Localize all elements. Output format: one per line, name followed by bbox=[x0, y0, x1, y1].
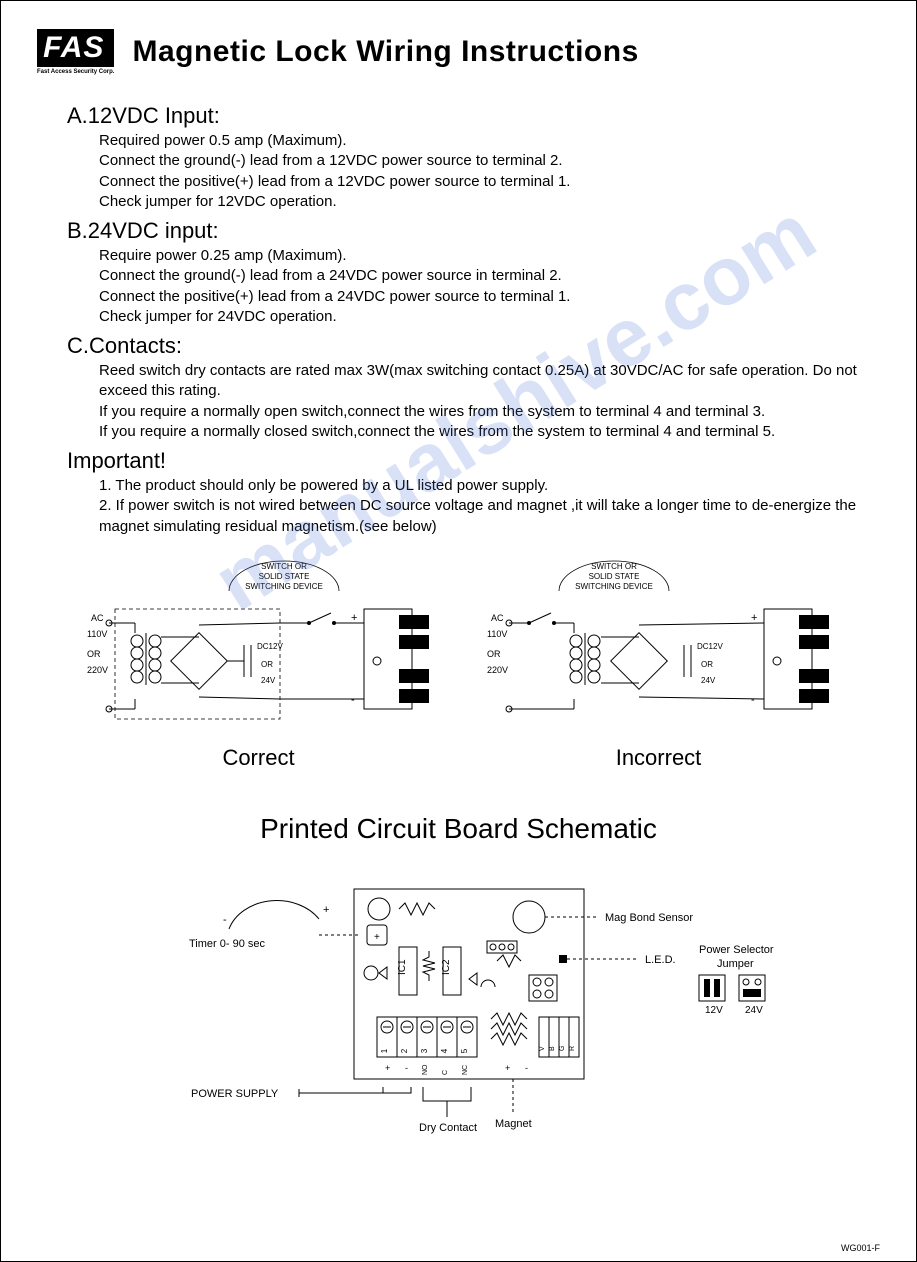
section-b-line: Connect the ground(-) lead from a 24VDC … bbox=[99, 266, 880, 286]
mag-bond-label: Mag Bond Sensor bbox=[605, 912, 693, 924]
term-no: NO bbox=[422, 1064, 429, 1075]
magnet-icon bbox=[764, 609, 829, 709]
switch-label: SWITCHING DEVICE bbox=[245, 582, 323, 591]
section-b-line: Require power 0.25 amp (Maximum). bbox=[99, 246, 880, 266]
ac-label: AC bbox=[91, 613, 104, 623]
section-c-line: Reed switch dry contacts are rated max 3… bbox=[99, 361, 880, 402]
switch-label: SWITCH OR bbox=[261, 562, 307, 571]
section-c-line: If you require a normally closed switch,… bbox=[99, 422, 880, 442]
dc12-label: DC12V bbox=[697, 642, 723, 651]
term-3: 3 bbox=[420, 1048, 429, 1053]
section-a-line: Connect the ground(-) lead from a 12VDC … bbox=[99, 151, 880, 171]
coil-plus: + bbox=[505, 1063, 510, 1073]
power-selector-label: Power Selector bbox=[699, 944, 774, 956]
section-b-line: Connect the positive(+) lead from a 24VD… bbox=[99, 287, 880, 307]
ic1-label: IC1 bbox=[397, 959, 408, 975]
led-label: L.E.D. bbox=[645, 954, 676, 966]
ac-label: AC bbox=[491, 613, 504, 623]
wiring-incorrect-svg: SWITCH OR SOLID STATE SWITCHING DEVICE A… bbox=[479, 549, 839, 739]
correct-label: Correct bbox=[79, 745, 439, 771]
jumper-12v-label: 12V bbox=[705, 1005, 723, 1016]
pin-g: G bbox=[559, 1045, 566, 1050]
section-a-line: Check jumper for 12VDC operation. bbox=[99, 192, 880, 212]
or-label: OR bbox=[487, 649, 501, 659]
v220-label: 220V bbox=[487, 665, 508, 675]
section-b-heading: B.24VDC input: bbox=[67, 218, 880, 244]
pin-v: V bbox=[539, 1046, 546, 1051]
terminal-strip: 1 2 3 4 5 bbox=[377, 1017, 477, 1057]
section-b-body: Require power 0.25 amp (Maximum). Connec… bbox=[99, 246, 880, 327]
important-line: 2. If power switch is not wired between … bbox=[99, 496, 880, 537]
section-a-line: Connect the positive(+) lead from a 12VD… bbox=[99, 172, 880, 192]
dry-contact-label: Dry Contact bbox=[419, 1122, 477, 1134]
logo: FAS Fast Access Security Corp. bbox=[37, 29, 114, 75]
section-c-body: Reed switch dry contacts are rated max 3… bbox=[99, 361, 880, 442]
dc24-label: 24V bbox=[261, 676, 276, 685]
term-1: 1 bbox=[380, 1048, 389, 1053]
term-plus: + bbox=[385, 1063, 390, 1073]
page-header: FAS Fast Access Security Corp. Magnetic … bbox=[37, 29, 880, 75]
dc24-label: 24V bbox=[701, 676, 716, 685]
plus-icon: + bbox=[374, 932, 380, 943]
magnet-label: Magnet bbox=[495, 1118, 532, 1130]
or-label: OR bbox=[87, 649, 101, 659]
section-a-body: Required power 0.5 amp (Maximum). Connec… bbox=[99, 131, 880, 212]
logo-text: FAS bbox=[37, 29, 114, 67]
wiring-diagrams: SWITCH OR SOLID STATE SWITCHING DEVICE A… bbox=[37, 549, 880, 771]
plus-label: + bbox=[351, 612, 357, 624]
wiring-correct-svg: SWITCH OR SOLID STATE SWITCHING DEVICE A… bbox=[79, 549, 439, 739]
section-a-line: Required power 0.5 amp (Maximum). bbox=[99, 131, 880, 151]
pin-b: B bbox=[549, 1046, 556, 1051]
wiring-correct: SWITCH OR SOLID STATE SWITCHING DEVICE A… bbox=[79, 549, 439, 771]
power-supply-label: POWER SUPPLY bbox=[191, 1088, 279, 1100]
coil-minus: - bbox=[525, 1063, 528, 1073]
timer-plus: + bbox=[323, 904, 329, 916]
term-nc: NC bbox=[462, 1065, 469, 1075]
important-heading: Important! bbox=[67, 448, 880, 474]
switch-label: SWITCH OR bbox=[591, 562, 637, 571]
timer-minus: - bbox=[223, 914, 227, 926]
incorrect-label: Incorrect bbox=[479, 745, 839, 771]
document-page: manualshive.com FAS Fast Access Security… bbox=[0, 0, 917, 1262]
jumper-24v-label: 24V bbox=[745, 1005, 763, 1016]
switch-label: SOLID STATE bbox=[588, 572, 639, 581]
important-body: 1. The product should only be powered by… bbox=[99, 476, 880, 537]
term-4: 4 bbox=[440, 1048, 449, 1053]
term-2: 2 bbox=[400, 1048, 409, 1053]
v110-label: 110V bbox=[87, 629, 107, 639]
section-c-line: If you require a normally open switch,co… bbox=[99, 402, 880, 422]
page-title: Magnetic Lock Wiring Instructions bbox=[132, 35, 638, 69]
pcb-schematic: Mag Bond Sensor + - + Timer 0- 90 sec IC… bbox=[37, 869, 880, 1139]
pin-r: R bbox=[569, 1046, 576, 1051]
term-minus: - bbox=[405, 1063, 408, 1073]
jumper-label: Jumper bbox=[717, 958, 754, 970]
plus-label: + bbox=[751, 612, 757, 624]
wiring-incorrect: SWITCH OR SOLID STATE SWITCHING DEVICE A… bbox=[479, 549, 839, 771]
or-mid-label: OR bbox=[261, 660, 273, 669]
term-c: C bbox=[442, 1070, 449, 1075]
term-5: 5 bbox=[460, 1048, 469, 1053]
switch-label: SWITCHING DEVICE bbox=[575, 582, 653, 591]
section-c-heading: C.Contacts: bbox=[67, 333, 880, 359]
pcb-svg: Mag Bond Sensor + - + Timer 0- 90 sec IC… bbox=[99, 869, 819, 1139]
transformer-icon bbox=[570, 633, 600, 685]
document-code: WG001-F bbox=[841, 1243, 880, 1253]
v220-label: 220V bbox=[87, 665, 108, 675]
or-mid-label: OR bbox=[701, 660, 713, 669]
dc12-label: DC12V bbox=[257, 642, 283, 651]
section-a-heading: A.12VDC Input: bbox=[67, 103, 880, 129]
v110-label: 110V bbox=[487, 629, 507, 639]
minus-label: - bbox=[351, 694, 355, 706]
magnet-icon bbox=[364, 609, 429, 709]
transformer-icon bbox=[131, 633, 161, 685]
timer-label: Timer 0- 90 sec bbox=[189, 938, 266, 950]
important-line: 1. The product should only be powered by… bbox=[99, 476, 880, 496]
switch-label: SOLID STATE bbox=[258, 572, 309, 581]
pcb-title: Printed Circuit Board Schematic bbox=[37, 813, 880, 845]
ic2-label: IC2 bbox=[441, 959, 452, 975]
minus-label: - bbox=[751, 694, 755, 706]
section-b-line: Check jumper for 24VDC operation. bbox=[99, 307, 880, 327]
logo-subtitle: Fast Access Security Corp. bbox=[37, 69, 114, 75]
